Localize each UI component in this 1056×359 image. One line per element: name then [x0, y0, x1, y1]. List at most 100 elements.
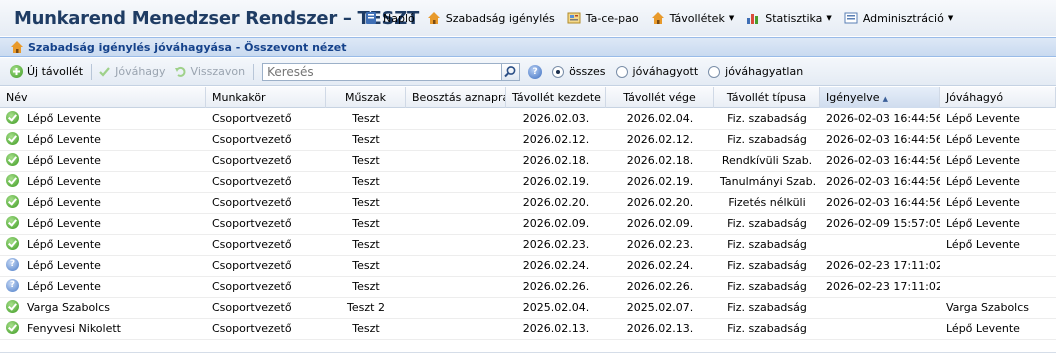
cell-nev: Lépő Levente	[0, 109, 206, 129]
table-row[interactable]: Lépő Levente Csoportvezető Teszt 2026.02.23…	[0, 235, 1056, 256]
table-row[interactable]: Varga Szabolcs Csoportvezető Teszt 2 2025.0…	[0, 298, 1056, 319]
cell-kezdet: 2025.02.04.	[522, 301, 590, 314]
column-header-veg[interactable]: Távollét vége	[606, 87, 714, 108]
cell-munkakor: Csoportvezető	[212, 154, 292, 167]
table-row[interactable]: Lépő Levente Csoportvezető Teszt 2026.02.12…	[0, 130, 1056, 151]
cell-veg: 2026.02.04.	[626, 112, 694, 125]
search-button[interactable]	[502, 62, 521, 81]
cell-jovahagyo: Lépő Levente	[946, 238, 1020, 251]
radio-label: jóváhagyott	[632, 65, 699, 78]
cell-nev: Lépő Levente	[0, 151, 206, 171]
cell-beosztas	[406, 235, 506, 255]
panel-title-bar: Szabadság igénylés jóváhagyása - Összevo…	[0, 37, 1056, 57]
cell-nev: Lépő Levente	[0, 277, 206, 297]
menu-statisztika[interactable]: Statisztika ▼	[740, 6, 838, 30]
table-row[interactable]: Lépő Levente Csoportvezető Teszt 2026.02.18…	[0, 151, 1056, 172]
search-input[interactable]	[262, 62, 503, 81]
filter-radio-unapproved[interactable]: jóváhagyatlan	[708, 65, 803, 78]
cell-nev: Lépő Levente	[0, 172, 206, 192]
employee-name: Lépő Levente	[27, 280, 101, 293]
cell-igenyelve: 2026-02-03 16:44:56	[826, 112, 940, 125]
menu-szabadsag-igenyles[interactable]: Szabadság igénylés	[421, 6, 561, 30]
column-header-munkakor[interactable]: Munkakör	[206, 87, 326, 108]
house-icon	[10, 40, 24, 54]
table-row[interactable]: Lépő Levente Csoportvezető Teszt 2026.02.09…	[0, 214, 1056, 235]
column-header-tipus[interactable]: Távollét típusa	[714, 87, 820, 108]
approved-status-icon	[6, 111, 19, 124]
column-header-igenyelve[interactable]: Igényelve ▲	[820, 87, 940, 108]
cell-veg: 2026.02.24.	[626, 259, 694, 272]
cell-munkakor: Csoportvezető	[212, 238, 292, 251]
cell-tipus: Fizetés nélküli	[728, 196, 806, 209]
book-icon	[364, 11, 378, 25]
cell-muszak: Teszt	[352, 154, 380, 167]
menu-adminisztracio[interactable]: Adminisztráció ▼	[838, 6, 959, 30]
column-header-kezdet[interactable]: Távollét kezdete	[506, 87, 606, 108]
cell-kezdet: 2026.02.23.	[522, 238, 590, 251]
employee-name: Lépő Levente	[27, 196, 101, 209]
cell-veg: 2026.02.23.	[626, 238, 694, 251]
approved-status-icon	[6, 174, 19, 187]
withdraw-button[interactable]: Visszavon	[174, 65, 245, 78]
cell-tipus: Fiz. szabadság	[727, 238, 807, 251]
cell-tipus: Fiz. szabadság	[727, 112, 807, 125]
cell-nev: Lépő Levente	[0, 214, 206, 234]
cell-tipus: Fiz. szabadság	[727, 259, 807, 272]
approve-button[interactable]: Jóváhagy	[98, 65, 166, 78]
column-header-label: Igényelve	[826, 91, 880, 104]
cell-kezdet: 2026.02.18.	[522, 154, 590, 167]
filter-radio-all[interactable]: összes	[552, 65, 606, 78]
cell-munkakor: Csoportvezető	[212, 175, 292, 188]
table-row[interactable]: Lépő Levente Csoportvezető Teszt 2026.02.24…	[0, 256, 1056, 277]
table-row[interactable]: Lépő Levente Csoportvezető Teszt 2026.02.26…	[0, 277, 1056, 298]
form-icon	[844, 11, 858, 25]
table-row[interactable]: Fenyvesi Nikolett Csoportvezető Teszt 2026.…	[0, 319, 1056, 340]
table-row[interactable]: Lépő Levente Csoportvezető Teszt 2026.02.19…	[0, 172, 1056, 193]
menu-naplo[interactable]: Napló	[358, 6, 421, 30]
cell-tipus: Fiz. szabadság	[727, 322, 807, 335]
employee-name: Lépő Levente	[27, 175, 101, 188]
cell-tipus: Fiz. szabadság	[727, 301, 807, 314]
checkmark-icon	[98, 65, 111, 78]
cell-kezdet: 2026.02.24.	[522, 259, 590, 272]
main-menu: Napló Szabadság igénylés Ta-ce-pao Távol…	[358, 0, 959, 36]
cell-igenyelve: 2026-02-23 17:11:02	[826, 280, 940, 293]
employee-name: Lépő Levente	[27, 112, 101, 125]
employee-name: Varga Szabolcs	[27, 301, 111, 314]
cell-tipus: Fiz. szabadság	[727, 133, 807, 146]
chevron-down-icon: ▼	[728, 14, 735, 22]
approved-status-icon	[6, 321, 19, 334]
table-row[interactable]: Lépő Levente Csoportvezető Teszt 2026.02.20…	[0, 193, 1056, 214]
cell-munkakor: Csoportvezető	[212, 196, 292, 209]
column-header-jovahagyo[interactable]: Jóváhagyó	[940, 87, 1056, 108]
cell-muszak: Teszt	[352, 133, 380, 146]
cell-igenyelve: 2026-02-23 17:11:02	[826, 259, 940, 272]
cell-jovahagyo	[940, 277, 1056, 297]
column-header-nev[interactable]: Név	[0, 87, 206, 108]
filter-radio-approved[interactable]: jóváhagyott	[615, 65, 699, 78]
cell-veg: 2026.02.12.	[626, 133, 694, 146]
cell-veg: 2026.02.26.	[626, 280, 694, 293]
grid-header: Név Munkakör Műszak Beosztás aznapra Táv…	[0, 87, 1056, 108]
table-row[interactable]: Lépő Levente Csoportvezető Teszt 2026.02.03…	[0, 109, 1056, 130]
radio-dot	[615, 65, 628, 78]
toolbar-separator	[253, 63, 255, 80]
toolbar-separator	[91, 63, 93, 80]
cell-tipus: Fiz. szabadság	[727, 217, 807, 230]
column-header-muszak[interactable]: Műszak	[326, 87, 406, 108]
cell-veg: 2026.02.19.	[626, 175, 694, 188]
cell-kezdet: 2026.02.26.	[522, 280, 590, 293]
help-icon[interactable]: ?	[528, 64, 543, 79]
new-absence-button[interactable]: Új távollét	[10, 65, 83, 78]
approved-status-icon	[6, 195, 19, 208]
approved-status-icon	[6, 216, 19, 229]
cell-kezdet: 2026.02.20.	[522, 196, 590, 209]
menu-tavolletek[interactable]: Távollétek ▼	[645, 6, 741, 30]
cell-tipus: Tanulmányi Szab.	[720, 175, 817, 188]
column-header-beosztas[interactable]: Beosztás aznapra	[406, 87, 506, 108]
cell-muszak: Teszt	[352, 112, 380, 125]
menu-ta-ce-pao[interactable]: Ta-ce-pao	[561, 6, 645, 30]
cell-beosztas	[406, 172, 506, 192]
radio-label: összes	[569, 65, 606, 78]
sort-ascending-icon: ▲	[882, 95, 888, 103]
